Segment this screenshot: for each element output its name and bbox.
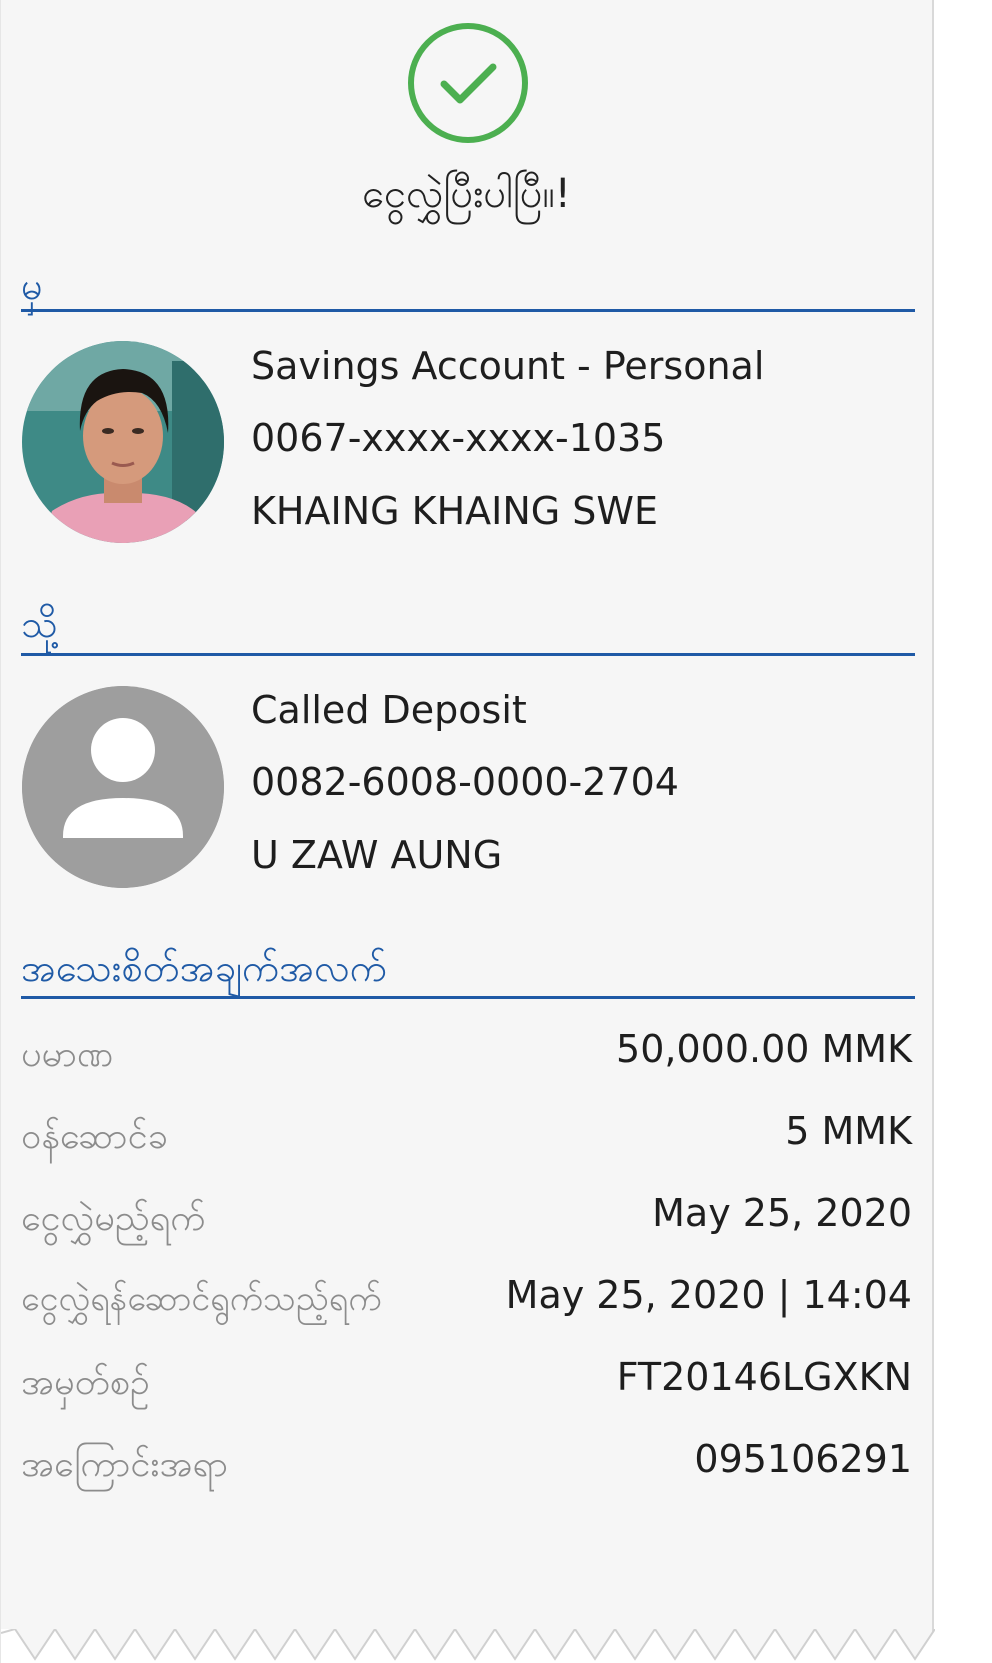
detail-label-amount: ပမာဏ (21, 1034, 114, 1075)
detail-label-fee: ဝန်ဆောင်ခ (21, 1116, 168, 1157)
from-divider (21, 309, 915, 312)
to-account-name: U ZAW AUNG (251, 833, 503, 877)
profile-photo-icon (22, 341, 224, 543)
to-account-number: 0082-6008-0000-2704 (251, 760, 679, 804)
to-avatar (22, 686, 224, 888)
detail-label-processed-date: ငွေလွှဲရန်ဆောင်ရွက်သည့်ရက် (21, 1279, 382, 1319)
detail-value-transfer-date: May 25, 2020 (652, 1191, 912, 1235)
check-circle-icon (408, 23, 528, 143)
from-avatar (22, 341, 224, 543)
status-message: ငွေလွှဲပြီးပါပြီ။! (362, 171, 571, 217)
detail-value-processed-date: May 25, 2020 | 14:04 (505, 1273, 912, 1317)
person-placeholder-icon (22, 686, 224, 888)
from-account-number: 0067-xxxx-xxxx-1035 (251, 416, 666, 460)
detail-value-amount: 50,000.00 MMK (616, 1027, 912, 1071)
from-account-name: KHAING KHAING SWE (251, 489, 658, 533)
to-divider (21, 653, 915, 656)
detail-label-reference: အမှတ်စဉ် (21, 1362, 150, 1403)
to-account-type: Called Deposit (251, 688, 527, 732)
detail-value-description: 095106291 (694, 1437, 912, 1481)
detail-label-description: အကြောင်းအရာ (21, 1444, 228, 1485)
from-account-type: Savings Account - Personal (251, 344, 765, 388)
details-section-label: အသေးစိတ်အချက်အလက် (21, 946, 387, 990)
detail-value-fee: 5 MMK (785, 1109, 912, 1153)
detail-value-reference: FT20146LGXKN (616, 1355, 912, 1399)
detail-label-transfer-date: ငွေလွှဲမည့်ရက် (21, 1198, 206, 1239)
details-divider (21, 996, 915, 999)
transfer-receipt: ငွေလွှဲပြီးပါပြီ။! မှ Savings Account - … (0, 0, 935, 1663)
receipt-torn-edge (1, 1629, 935, 1663)
to-section-label: သို့ (21, 602, 58, 646)
